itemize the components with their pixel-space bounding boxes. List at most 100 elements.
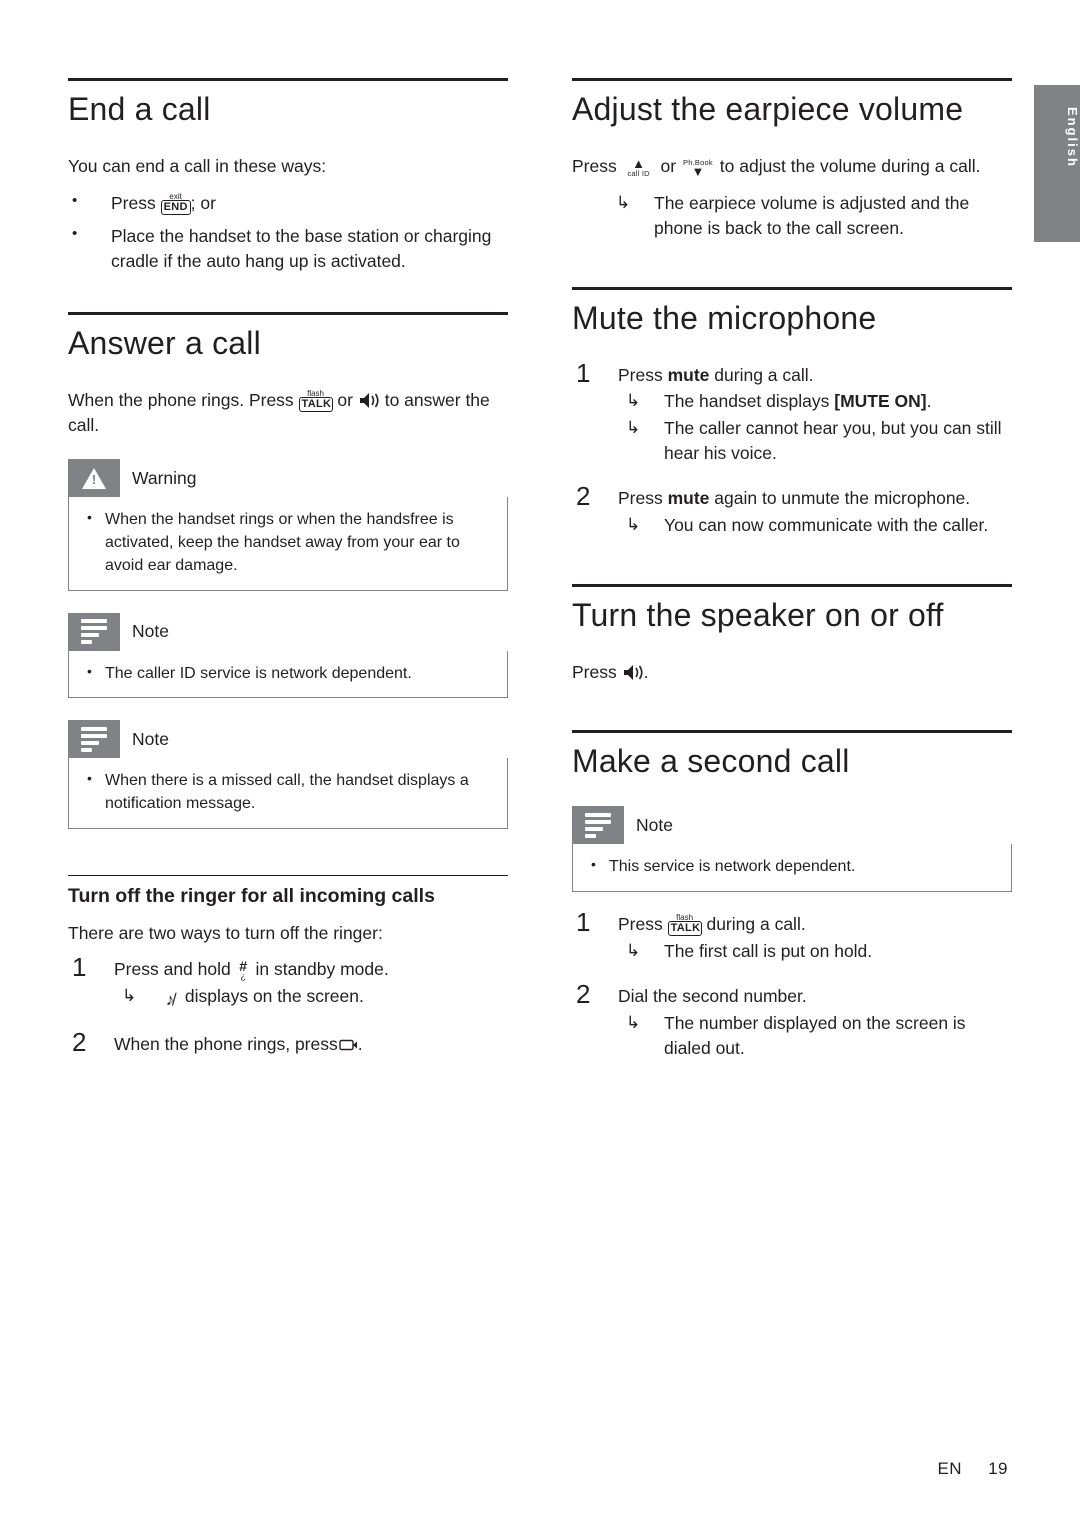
mute-on-display-text: [MUTE ON] xyxy=(834,391,927,412)
talk-key-top-label: flash xyxy=(676,913,694,923)
note-callout-caller-id: Note The caller ID service is network de… xyxy=(68,612,508,699)
section-turn-off-ringer: Turn off the ringer for all incoming cal… xyxy=(68,874,508,1058)
arrow-icon: ↳ xyxy=(122,986,137,1006)
note-icon-box xyxy=(68,612,120,651)
arrow-icon: ↳ xyxy=(626,391,641,411)
section-rule xyxy=(68,874,508,876)
note-callout-header: Note xyxy=(572,806,1012,845)
step-number: 2 xyxy=(72,1027,87,1058)
heading-speaker-toggle: Turn the speaker on or off xyxy=(572,596,944,633)
note-callout-header: Note xyxy=(68,720,508,759)
volume-up-key-icon: ▲ call ID xyxy=(622,156,656,178)
end-key-icon: exit END xyxy=(160,191,191,215)
language-side-tab: English xyxy=(1034,85,1080,242)
step-number: 1 xyxy=(576,357,591,388)
arrow-icon: ↳ xyxy=(626,418,641,438)
list-item: 2 Dial the second number. ↳ The number di… xyxy=(572,979,1012,1061)
down-arrow-glyph: ▼ xyxy=(691,164,705,179)
heading-turn-off-ringer: Turn off the ringer for all incoming cal… xyxy=(68,884,435,907)
heading-earpiece-volume: Adjust the earpiece volume xyxy=(572,91,964,127)
talk-key-label: TALK xyxy=(667,921,702,937)
earpiece-intro-pre: Press xyxy=(572,156,622,176)
speaker-icon xyxy=(622,663,644,680)
note-callout-body: The caller ID service is network depende… xyxy=(68,650,508,699)
mute-ringer-icon: ♪̸ xyxy=(165,990,175,1010)
step-number: 2 xyxy=(576,979,591,1009)
arrow-text: The first call is put on hold. xyxy=(664,941,873,962)
step-arrow-line: ↳ The number displayed on the screen is d… xyxy=(618,1011,1012,1061)
earpiece-arrow-line: ↳ The earpiece volume is adjusted and the… xyxy=(608,191,1012,241)
step-text-pre: Press xyxy=(618,487,668,508)
arrow-text-pre: The handset displays xyxy=(664,391,835,412)
up-arrow-glyph: ▲ xyxy=(632,156,646,171)
ringer-off-steps: 1 Press and hold # ¿ in standby mode. ↳ ♪̸… xyxy=(68,952,508,1058)
section-rule xyxy=(68,311,508,315)
earpiece-intro-post: to adjust the volume during a call. xyxy=(714,156,981,176)
end-key-top-label: exit xyxy=(169,191,182,201)
arrow-text: The caller cannot hear you, but you can … xyxy=(664,418,1002,464)
end-a-call-bullets: Press exitEND; or Place the handset to t… xyxy=(68,190,508,274)
step-arrow-line: ↳ The handset displays [MUTE ON]. xyxy=(618,389,1012,414)
footer-language-code: EN xyxy=(937,1459,963,1478)
volume-down-key-icon: Ph.Book ▼ xyxy=(681,158,715,179)
section-rule xyxy=(572,78,1012,81)
manual-page: English End a call You can end a call in… xyxy=(0,0,1080,1527)
warning-label: Warning xyxy=(132,467,197,488)
speaker-intro-post: . xyxy=(643,661,649,682)
note-lines-icon xyxy=(81,727,107,752)
page-number: 19 xyxy=(988,1459,1008,1478)
list-item: Place the handset to the base station or… xyxy=(68,223,508,274)
answer-intro-mid: or xyxy=(332,389,358,410)
earpiece-intro-mid: or xyxy=(655,156,681,176)
section-mute-microphone: Mute the microphone 1 Press mute during … xyxy=(572,286,1012,538)
warning-callout: Warning When the handset rings or when t… xyxy=(68,459,508,591)
earpiece-volume-intro: Press ▲ call ID or Ph.Book ▼ to adjust the… xyxy=(572,154,1012,179)
warning-callout-header: Warning xyxy=(68,459,508,498)
ringer-off-intro: There are two ways to turn off the ringe… xyxy=(68,922,383,943)
note-callout-body: This service is network dependent. xyxy=(572,844,1012,893)
speaker-icon xyxy=(358,391,380,408)
page-footer: EN 19 xyxy=(937,1459,1008,1479)
left-column: End a call You can end a call in these w… xyxy=(68,78,508,1067)
step-text: When the phone rings, press. xyxy=(114,1034,363,1054)
warning-list: When the handset rings or when the hands… xyxy=(83,508,491,577)
list-item: When the handset rings or when the hands… xyxy=(83,508,491,577)
language-side-tab-label: English xyxy=(1065,107,1080,168)
step-text-pre: Press xyxy=(618,914,668,935)
hash-key-icon: # ¿ xyxy=(239,958,247,982)
note-icon-box xyxy=(572,806,624,845)
step-text-post: during a call. xyxy=(701,914,806,935)
step-text-pre: Press xyxy=(618,364,668,385)
end-key-small-icon xyxy=(338,1034,358,1051)
heading-end-a-call: End a call xyxy=(68,91,211,127)
mute-key-label: mute xyxy=(667,487,710,508)
list-item: 1 Press and hold # ¿ in standby mode. ↳ ♪̸… xyxy=(68,952,508,1012)
section-speaker-toggle: Turn the speaker on or off Press . xyxy=(572,583,1012,685)
list-item: When there is a missed call, the handset… xyxy=(83,769,491,815)
warning-icon-box xyxy=(68,459,120,498)
section-second-call: Make a second call Note This service is … xyxy=(572,730,1012,1060)
talk-key-icon: flash TALK xyxy=(298,389,333,412)
list-item: Press exitEND; or xyxy=(68,190,508,216)
mute-steps: 1 Press mute during a call. ↳ The handset… xyxy=(572,358,1012,538)
note-list: The caller ID service is network depende… xyxy=(83,662,491,686)
note-callout-missed-call: Note When there is a missed call, the ha… xyxy=(68,720,508,829)
arrow-text: The earpiece volume is adjusted and the … xyxy=(654,192,970,238)
step-text-post: again to unmute the microphone. xyxy=(709,487,971,508)
step-text: Press and hold # ¿ in standby mode. xyxy=(114,958,389,982)
step-arrow-line: ↳ ♪̸ displays on the screen. xyxy=(114,984,508,1012)
arrow-text: displays on the screen. xyxy=(180,986,364,1007)
bullet-text-pre: Press xyxy=(111,192,161,213)
step-number: 2 xyxy=(576,480,591,511)
section-rule xyxy=(572,583,1012,587)
section-end-a-call: End a call You can end a call in these w… xyxy=(68,78,508,274)
note-list: When there is a missed call, the handset… xyxy=(83,769,491,815)
list-item: The caller ID service is network depende… xyxy=(83,662,491,686)
heading-answer-a-call: Answer a call xyxy=(68,324,261,361)
step-arrow-line: ↳ The first call is put on hold. xyxy=(618,939,1012,964)
step-text-post: during a call. xyxy=(709,364,814,385)
step-text-pre: When the phone rings, press xyxy=(114,1034,338,1055)
note-label: Note xyxy=(636,814,673,835)
step-text-post: . xyxy=(357,1034,363,1055)
end-a-call-intro: You can end a call in these ways: xyxy=(68,156,327,176)
